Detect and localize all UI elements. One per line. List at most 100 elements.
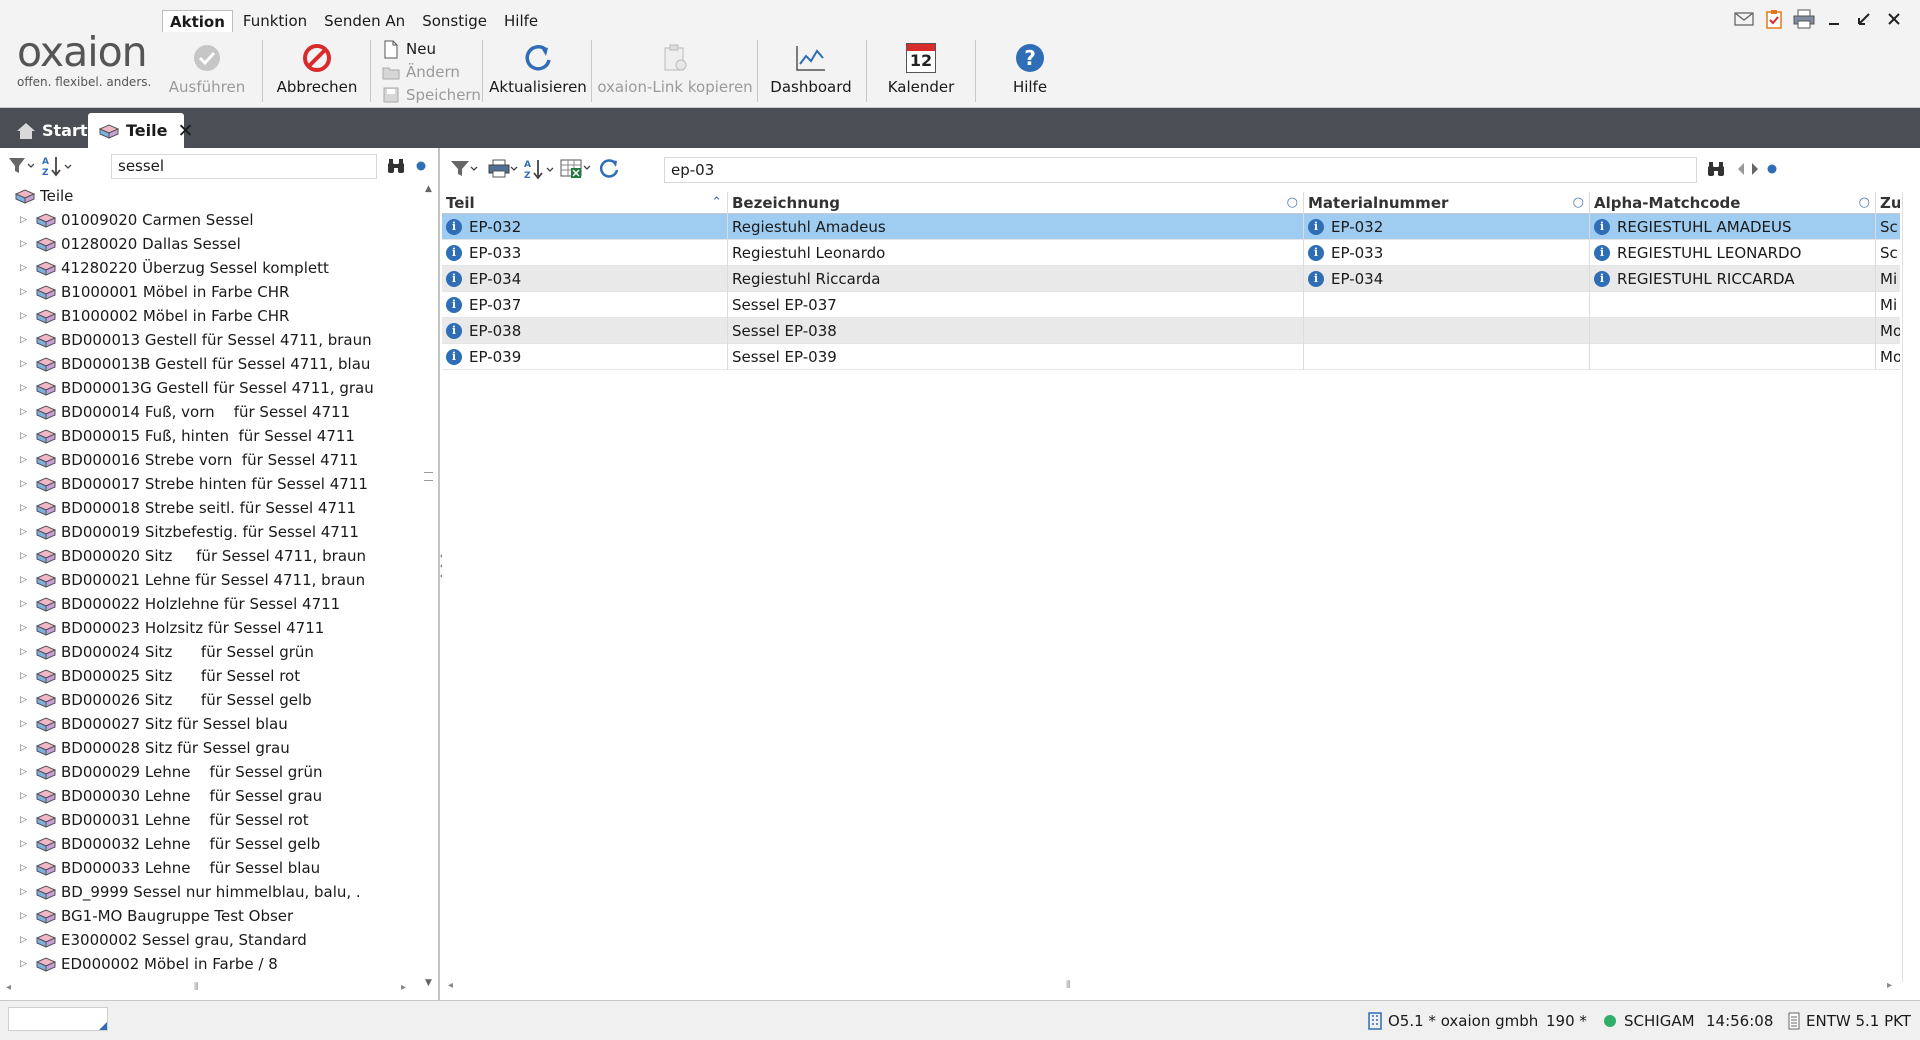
column-menu-icon[interactable]: ○: [1287, 192, 1298, 214]
expand-icon[interactable]: ▷: [20, 383, 32, 393]
expand-icon[interactable]: ▷: [20, 263, 32, 273]
scroll-left-icon[interactable]: ◂: [448, 980, 453, 991]
restore-icon[interactable]: [1852, 8, 1876, 30]
expand-icon[interactable]: ▷: [20, 815, 32, 825]
grid-horizontal-scrollbar[interactable]: ◂ ⦀ ▸: [446, 980, 1896, 994]
info-icon[interactable]: i: [1308, 271, 1324, 287]
expand-icon[interactable]: ▷: [20, 431, 32, 441]
next-icon[interactable]: [1750, 157, 1760, 181]
info-icon[interactable]: i: [446, 219, 462, 235]
tree-item[interactable]: ▷ 01280020 Dallas Sessel: [20, 232, 241, 256]
tree-item[interactable]: ▷ BD000030 Lehne für Sessel grau: [20, 784, 322, 808]
filter-icon[interactable]: [450, 157, 478, 181]
column-header-alpha-matchcode[interactable]: Alpha-Matchcode ○: [1590, 192, 1876, 214]
tree-search-input[interactable]: sessel: [111, 154, 377, 179]
info-icon[interactable]: i: [1594, 271, 1610, 287]
scroll-thumb[interactable]: [424, 472, 433, 481]
cell-bezeichnung[interactable]: Sessel EP-038: [728, 318, 1304, 344]
tree-item[interactable]: ▷ BD000031 Lehne für Sessel rot: [20, 808, 309, 832]
cell-bezeichnung[interactable]: Sessel EP-039: [728, 344, 1304, 370]
print-icon[interactable]: [488, 157, 518, 181]
info-icon[interactable]: i: [1308, 245, 1324, 261]
info-icon[interactable]: i: [446, 349, 462, 365]
cell-alpha-matchcode[interactable]: i REGIESTUHL LEONARDO: [1590, 240, 1876, 266]
tree-item[interactable]: ▷ BD000021 Lehne für Sessel 4711, braun: [20, 568, 365, 592]
tree-item[interactable]: ▷ BD000020 Sitz für Sessel 4711, braun: [20, 544, 366, 568]
tree-item[interactable]: ▷ 41280220 Überzug Sessel komplett: [20, 256, 329, 280]
expand-icon[interactable]: ▷: [20, 695, 32, 705]
cell-teil[interactable]: i EP-037: [442, 292, 728, 318]
tree-item[interactable]: ▷ BD000022 Holzlehne für Sessel 4711: [20, 592, 340, 616]
expand-icon[interactable]: ▷: [20, 287, 32, 297]
cell-bezeichnung[interactable]: Regiestuhl Leonardo: [728, 240, 1304, 266]
expand-icon[interactable]: ▷: [20, 791, 32, 801]
expand-icon[interactable]: ▷: [20, 743, 32, 753]
menu-aktion[interactable]: Aktion: [162, 10, 233, 32]
filter-icon[interactable]: [8, 154, 34, 178]
tree-item[interactable]: ▷ BD000027 Sitz für Sessel blau: [20, 712, 288, 736]
previous-icon[interactable]: [1736, 157, 1746, 181]
menu-senden-an[interactable]: Senden An: [317, 10, 412, 32]
cell-zu[interactable]: Mo: [1876, 344, 1900, 370]
neu-button[interactable]: Neu: [381, 38, 436, 60]
ausfuehren-button[interactable]: Ausführen: [167, 40, 247, 102]
tree-item[interactable]: ▷ B1000002 Möbel in Farbe CHR: [20, 304, 289, 328]
link-kopieren-button[interactable]: oxaion-Link kopieren: [597, 40, 753, 102]
expand-icon[interactable]: ▷: [20, 359, 32, 369]
cell-bezeichnung[interactable]: Regiestuhl Amadeus: [728, 214, 1304, 240]
scroll-down-icon[interactable]: ▼: [425, 978, 432, 988]
cell-teil[interactable]: i EP-032: [442, 214, 728, 240]
scroll-up-icon[interactable]: ▲: [425, 184, 432, 194]
tree-item[interactable]: ▷ BD000015 Fuß, hinten für Sessel 4711: [20, 424, 355, 448]
tab-close-icon[interactable]: ✕: [177, 120, 193, 142]
tree-item[interactable]: ▷ BD000029 Lehne für Sessel grün: [20, 760, 322, 784]
info-icon[interactable]: i: [446, 245, 462, 261]
info-icon[interactable]: i: [1308, 219, 1324, 235]
tree-item[interactable]: ▷ BD000019 Sitzbefestig. für Sessel 4711: [20, 520, 359, 544]
column-menu-icon[interactable]: ○: [1859, 192, 1870, 214]
expand-icon[interactable]: ▷: [20, 911, 32, 921]
expand-icon[interactable]: ▷: [20, 887, 32, 897]
cell-teil[interactable]: i EP-038: [442, 318, 728, 344]
close-icon[interactable]: [1882, 8, 1906, 30]
tree-item[interactable]: ▷ BD000013B Gestell für Sessel 4711, blau: [20, 352, 370, 376]
table-row[interactable]: i EP-039 Sessel EP-039 Mo: [442, 344, 1900, 370]
table-row[interactable]: i EP-038 Sessel EP-038 Mo: [442, 318, 1900, 344]
column-menu-icon[interactable]: ○: [1573, 192, 1584, 214]
sort-ascending-icon[interactable]: ⌃: [711, 192, 722, 214]
scroll-right-icon[interactable]: ▸: [401, 982, 406, 993]
cell-bezeichnung[interactable]: Regiestuhl Riccarda: [728, 266, 1304, 292]
expand-icon[interactable]: ▷: [20, 407, 32, 417]
hilfe-button[interactable]: ? Hilfe: [988, 40, 1072, 102]
expand-icon[interactable]: ▷: [20, 599, 32, 609]
expand-icon[interactable]: ▷: [20, 239, 32, 249]
expand-icon[interactable]: ▷: [20, 959, 32, 969]
column-header-teil[interactable]: Teil ⌃: [442, 192, 728, 214]
column-header-materialnummer[interactable]: Materialnummer ○: [1304, 192, 1590, 214]
speichern-button[interactable]: Speichern: [381, 84, 481, 106]
cell-materialnummer[interactable]: [1304, 292, 1590, 318]
tree-item[interactable]: ▷ E3000002 Sessel grau, Standard: [20, 928, 307, 952]
cell-alpha-matchcode[interactable]: [1590, 318, 1876, 344]
menu-hilfe[interactable]: Hilfe: [497, 10, 545, 32]
expand-icon[interactable]: ▷: [20, 311, 32, 321]
binoculars-icon[interactable]: [1707, 157, 1725, 181]
cell-materialnummer[interactable]: i EP-033: [1304, 240, 1590, 266]
tree-item[interactable]: ▷ BD000033 Lehne für Sessel blau: [20, 856, 320, 880]
tree-item[interactable]: ▷ ED000002 Möbel in Farbe / 8: [20, 952, 278, 976]
table-row[interactable]: i EP-034 Regiestuhl Riccarda i EP-034 i REGIES…: [442, 266, 1900, 292]
tree-item[interactable]: ▷ BD000028 Sitz für Sessel grau: [20, 736, 290, 760]
tree-item[interactable]: ▷ BD000023 Holzsitz für Sessel 4711: [20, 616, 324, 640]
cell-zu[interactable]: Sc: [1876, 214, 1900, 240]
tree-item[interactable]: ▷ B1000001 Möbel in Farbe CHR: [20, 280, 289, 304]
cell-teil[interactable]: i EP-039: [442, 344, 728, 370]
expand-icon[interactable]: ▷: [20, 719, 32, 729]
table-row[interactable]: i EP-032 Regiestuhl Amadeus i EP-032 i REGIEST…: [442, 214, 1900, 240]
tree-item[interactable]: ▷ BD000025 Sitz für Sessel rot: [20, 664, 300, 688]
scroll-right-icon[interactable]: ▸: [1887, 980, 1892, 991]
cell-zu[interactable]: Mo: [1876, 318, 1900, 344]
info-icon[interactable]: i: [446, 297, 462, 313]
cell-materialnummer[interactable]: [1304, 344, 1590, 370]
tree-item[interactable]: ▷ BD_9999 Sessel nur himmelblau, balu, .: [20, 880, 361, 904]
cell-alpha-matchcode[interactable]: i REGIESTUHL RICCARDA: [1590, 266, 1876, 292]
